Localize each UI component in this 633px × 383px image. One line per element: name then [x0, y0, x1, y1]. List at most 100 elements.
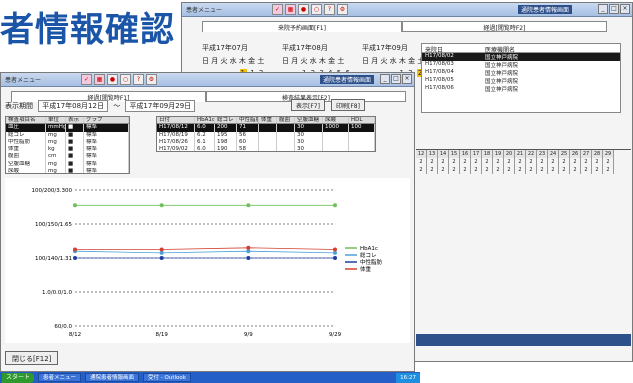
data-point[interactable] — [333, 247, 337, 252]
tab-history[interactable]: 経過[閲覧時F2] — [402, 21, 607, 32]
grid-cell[interactable]: 2 — [438, 166, 449, 174]
close-icon[interactable]: × — [402, 74, 412, 84]
taskbar: スタート 患者メニュー 通院患者情報画面 受付 - Outlook 16:27 — [0, 372, 420, 383]
toolbar-gear-icon[interactable]: ⚙ — [146, 74, 157, 85]
grid-cell[interactable]: 2 — [504, 158, 515, 166]
table-cell: mg — [46, 168, 66, 173]
date-to-input[interactable]: 平成17年09月29日 — [125, 100, 196, 112]
grid-cell[interactable]: 2 — [559, 158, 570, 166]
grid-cell[interactable]: 2 — [460, 166, 471, 174]
grid-cell[interactable]: 2 — [592, 158, 603, 166]
data-point[interactable] — [333, 203, 337, 208]
toolbar-grid-icon[interactable]: ▦ — [285, 4, 296, 15]
grid-cell[interactable]: 2 — [515, 158, 526, 166]
grid-cell[interactable]: 2 — [482, 166, 493, 174]
table-row[interactable]: H17/08/26 6.1 198 60 30 — [157, 138, 375, 147]
table-row[interactable]: 体重 kg ■ 標準 — [6, 146, 129, 154]
grid-cell[interactable]: 2 — [493, 166, 504, 174]
data-point[interactable] — [73, 256, 77, 260]
data-point[interactable] — [159, 247, 164, 252]
data-point[interactable] — [333, 256, 337, 260]
print-button[interactable]: 印刷[F8] — [331, 99, 365, 111]
grid-header-cell: 22 — [526, 150, 537, 158]
grid-cell[interactable]: 2 — [548, 166, 559, 174]
maximize-icon[interactable]: □ — [609, 4, 619, 14]
list-item[interactable]: H17/08/02 国立神戸病院 — [422, 53, 620, 61]
table-row[interactable]: 血圧 mmHg ■ 標準 — [6, 124, 129, 132]
grid-cell[interactable]: 2 — [460, 158, 471, 166]
toolbar-circle-icon[interactable]: ○ — [311, 4, 322, 15]
grid-cell[interactable]: 2 — [537, 158, 548, 166]
table-row[interactable]: 空腹血糖 mg ■ 標準 — [6, 160, 129, 169]
grid-cell[interactable]: 2 — [416, 158, 427, 166]
table-row[interactable]: H17/09/02 6.0 190 58 30 — [157, 146, 375, 151]
grid-cell[interactable]: 2 — [515, 166, 526, 174]
grid-cell[interactable]: 2 — [581, 158, 592, 166]
grid-cell[interactable]: 2 — [603, 166, 614, 174]
close-icon[interactable]: × — [620, 4, 630, 14]
grid-cell[interactable]: 2 — [570, 158, 581, 166]
list-item[interactable]: H17/08/04 国立神戸病院 — [422, 69, 620, 77]
grid-cell[interactable]: 2 — [526, 158, 537, 166]
data-point[interactable] — [159, 203, 164, 208]
toolbar-gear-icon[interactable]: ⚙ — [337, 4, 348, 15]
grid-cell[interactable]: 2 — [603, 158, 614, 166]
tab-reservation[interactable]: 来院予約画面[F1] — [202, 21, 402, 32]
toolbar-check-icon[interactable]: ✓ — [272, 4, 283, 15]
table-row[interactable]: 総コレ mg ■ 標準 — [6, 131, 129, 139]
grid-cell[interactable]: 2 — [427, 158, 438, 166]
grid-cell[interactable]: 2 — [559, 166, 570, 174]
grid-cell[interactable]: 2 — [438, 158, 449, 166]
calendar-weekdays: 日 月 火 水 木 金 土 — [202, 57, 265, 65]
grid-cell[interactable]: 2 — [471, 158, 482, 166]
taskbar-item[interactable]: 通院患者情報画面 — [85, 373, 140, 382]
taskbar-item[interactable]: 患者メニュー — [38, 373, 82, 382]
minimize-icon[interactable]: _ — [380, 74, 390, 84]
grid-cell[interactable]: 2 — [416, 166, 427, 174]
grid-cell[interactable]: 2 — [570, 166, 581, 174]
table-header-cell: 尿酸 — [323, 117, 349, 124]
table-cell: H17/08/19 — [157, 131, 195, 139]
grid-cell[interactable]: 2 — [592, 166, 603, 174]
table-row[interactable]: 腹囲 cm ■ 標準 — [6, 153, 129, 161]
data-point[interactable] — [246, 256, 251, 260]
grid-cell[interactable]: 2 — [427, 166, 438, 174]
minimize-icon[interactable]: _ — [598, 4, 608, 14]
toolbar-person-icon[interactable]: ● — [298, 4, 309, 15]
table-row[interactable]: H17/08/12 6.0 200 71 30 1000 100 — [157, 124, 375, 132]
table-row[interactable]: 尿酸 mg ■ 標準 — [6, 168, 129, 173]
data-point[interactable] — [246, 203, 251, 208]
data-point[interactable] — [246, 245, 251, 250]
toolbar-person-icon[interactable]: ● — [107, 74, 118, 85]
toolbar-circle-icon[interactable]: ○ — [120, 74, 131, 85]
grid-cell[interactable]: 2 — [526, 166, 537, 174]
toolbar-help-icon[interactable]: ? — [133, 74, 144, 85]
list-item[interactable]: H17/08/05 国立神戸病院 — [422, 77, 620, 85]
display-button[interactable]: 表示[F7] — [291, 99, 325, 111]
grid-cell[interactable]: 2 — [449, 166, 460, 174]
close-button[interactable]: 閉じる[F12] — [5, 351, 59, 365]
toolbar-help-icon[interactable]: ? — [324, 4, 335, 15]
grid-cell[interactable]: 2 — [482, 158, 493, 166]
table-row[interactable]: 中性脂肪 mg ■ 標準 — [6, 138, 129, 147]
toolbar-grid-icon[interactable]: ▦ — [94, 74, 105, 85]
data-point[interactable] — [159, 256, 164, 260]
table-row[interactable]: H17/08/19 6.2 195 56 30 — [157, 131, 375, 139]
maximize-icon[interactable]: □ — [391, 74, 401, 84]
grid-cell[interactable]: 2 — [537, 166, 548, 174]
grid-cell[interactable]: 2 — [548, 158, 559, 166]
grid-cell[interactable]: 2 — [504, 166, 515, 174]
grid-cell[interactable]: 2 — [581, 166, 592, 174]
list-item[interactable]: H17/08/06 国立神戸病院 — [422, 85, 620, 93]
toolbar-check-icon[interactable]: ✓ — [81, 74, 92, 85]
data-point[interactable] — [73, 247, 77, 252]
table-cell: kg — [46, 146, 66, 154]
list-item[interactable]: H17/08/03 国立神戸病院 — [422, 61, 620, 69]
start-button[interactable]: スタート — [2, 372, 35, 383]
grid-cell[interactable]: 2 — [471, 166, 482, 174]
grid-cell[interactable]: 2 — [493, 158, 504, 166]
data-point[interactable] — [73, 203, 77, 208]
taskbar-item[interactable]: 受付 - Outlook — [143, 373, 191, 382]
date-from-input[interactable]: 平成17年08月12日 — [38, 100, 108, 112]
grid-cell[interactable]: 2 — [449, 158, 460, 166]
